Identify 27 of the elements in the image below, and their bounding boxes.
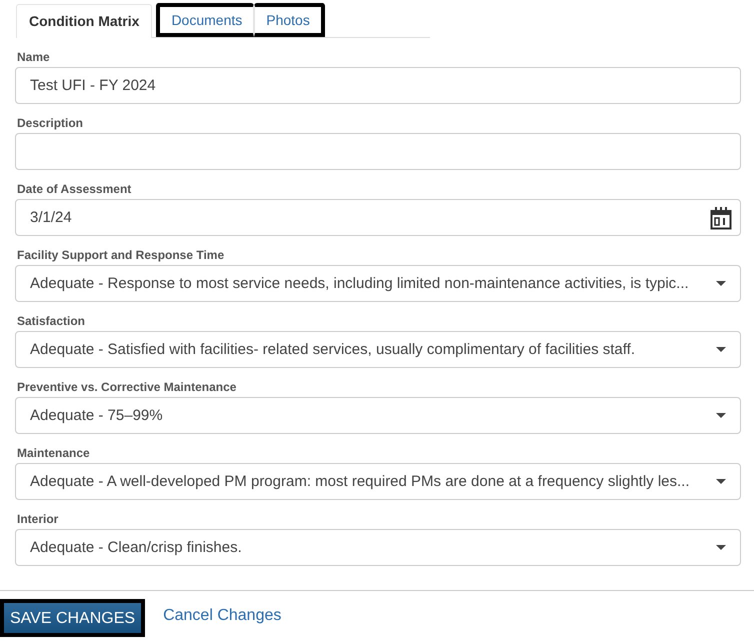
field-label: Satisfaction <box>17 314 86 328</box>
dropdown[interactable]: Adequate - Satisfied with facilities- related services, usually complimentary of facilities staff. <box>15 331 741 368</box>
date-field[interactable]: 3/1/24 <box>15 199 741 236</box>
field-label: Interior <box>17 512 60 526</box>
caret-icon <box>716 545 726 550</box>
field-label: Maintenance <box>17 446 91 460</box>
dropdown[interactable]: Adequate - 75–99% <box>15 397 741 434</box>
tab[interactable]: Photos <box>254 3 325 37</box>
calendar-icon[interactable] <box>710 206 732 230</box>
field-label: Preventive vs. Corrective Maintenance <box>17 380 238 394</box>
save-button[interactable]: SAVE CHANGES <box>0 599 146 637</box>
caret-icon <box>716 281 726 286</box>
dropdown[interactable]: Adequate - Clean/crisp finishes. <box>15 529 741 566</box>
caret-icon <box>716 413 726 418</box>
dropdown[interactable]: Adequate - Response to most service needs, including limited non-maintenance activities, is typic... <box>15 265 741 302</box>
input-field[interactable]: Test UFI - FY 2024 <box>15 67 741 104</box>
field-label: Facility Support and Response Time <box>17 248 226 262</box>
cancel-link[interactable]: Cancel Changes <box>157 603 288 629</box>
dropdown[interactable]: Adequate - A well-developed PM program: most required PMs are done at a frequency slightly les... <box>15 463 741 500</box>
input-field[interactable] <box>15 133 741 170</box>
field-label: Description <box>17 116 84 130</box>
caret-icon <box>716 479 726 484</box>
caret-icon <box>716 347 726 352</box>
tab[interactable]: Documents <box>156 3 254 37</box>
field-label: Name <box>17 50 51 64</box>
tab[interactable]: Condition Matrix <box>16 4 152 38</box>
field-label: Date of Assessment <box>17 182 132 196</box>
